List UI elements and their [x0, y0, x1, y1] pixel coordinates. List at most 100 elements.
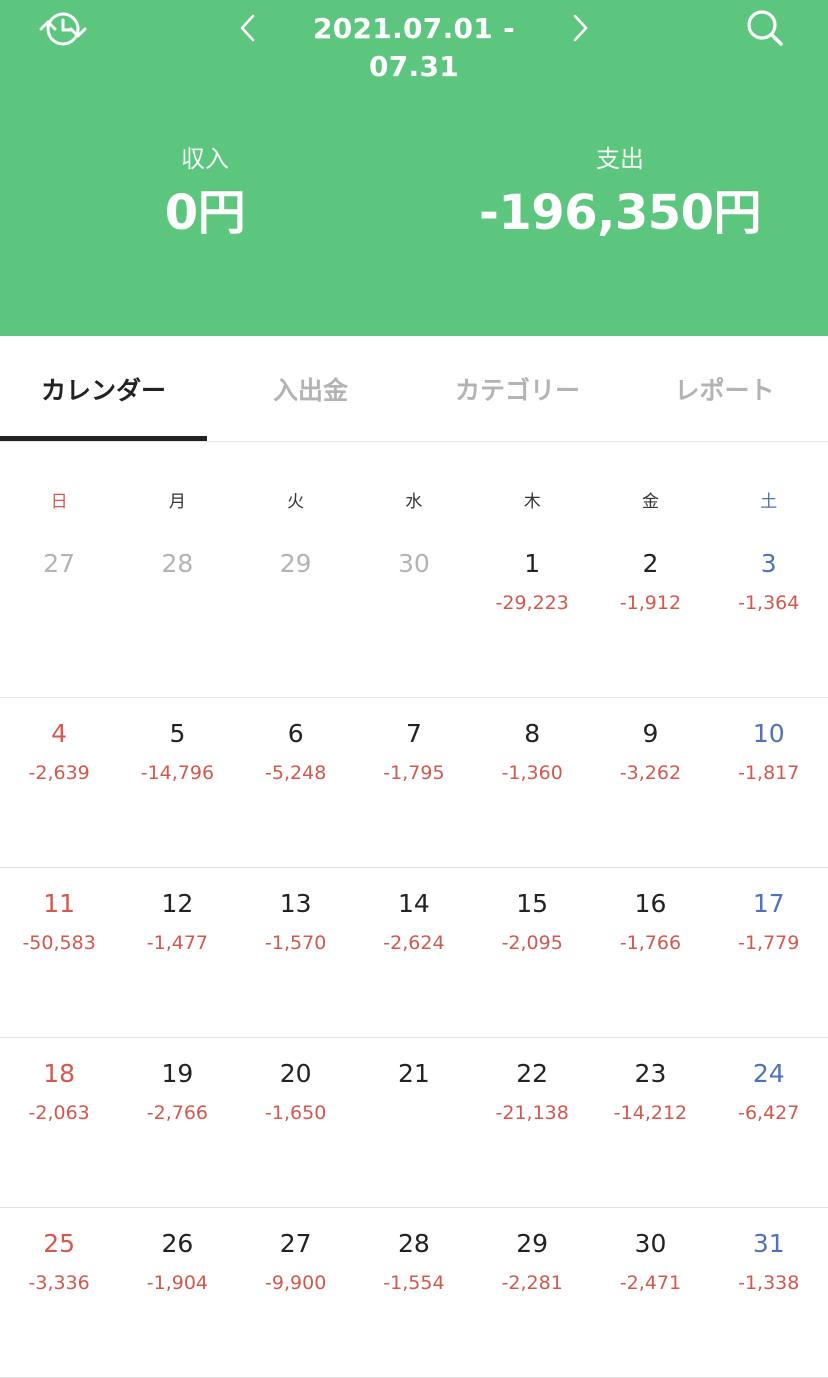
day-expense-amount	[355, 1100, 473, 1126]
day-expense-amount: -6,427	[738, 1102, 800, 1124]
day-expense-amount: -2,624	[383, 932, 445, 954]
day-number: 23	[634, 1059, 667, 1088]
weekday-sat: 土	[760, 492, 778, 512]
day-number: 11	[43, 889, 76, 918]
day-number: 30	[398, 549, 430, 578]
calendar-day[interactable]: 3 -1,364	[710, 528, 828, 697]
calendar-day[interactable]: 28	[118, 528, 236, 697]
calendar-week: 25 -3,336 26 -1,904 27 -9,900 28 -1,554 29 -2,281…	[0, 1208, 828, 1378]
calendar-day[interactable]: 1 -29,223	[473, 528, 591, 697]
calendar-day[interactable]: 10 -1,817	[710, 698, 828, 867]
day-expense-amount: -1,766	[619, 932, 682, 954]
day-expense-amount: -29,223	[495, 592, 569, 614]
calendar-week: 4 -2,639 5 -14,796 6 -5,248 7 -1,795 8 -1,360 9 -3,…	[0, 698, 828, 868]
calendar-day[interactable]: 31 -1,338	[710, 1208, 828, 1377]
calendar-day[interactable]: 28 -1,554	[355, 1208, 473, 1377]
calendar-day[interactable]: 13 -1,570	[237, 868, 355, 1037]
calendar-day[interactable]: 27	[0, 528, 118, 697]
day-expense-amount: -1,779	[738, 932, 800, 954]
day-expense-amount: -5,248	[265, 762, 327, 784]
weekday-mon: 月	[168, 492, 186, 512]
day-number: 10	[752, 719, 785, 748]
day-number: 13	[279, 889, 312, 918]
next-period-button[interactable]	[564, 8, 596, 48]
calendar-day[interactable]: 30	[355, 528, 473, 697]
day-expense-amount: -1,338	[738, 1272, 800, 1294]
calendar-day[interactable]: 11 -50,583	[0, 868, 118, 1037]
day-number: 24	[752, 1059, 785, 1088]
day-number: 27	[43, 549, 76, 578]
day-expense-amount: -14,796	[140, 762, 215, 784]
income-summary: 収入 0円	[80, 142, 330, 246]
day-number: 5	[169, 719, 186, 748]
day-number: 2	[642, 549, 659, 578]
day-number: 7	[405, 719, 422, 748]
day-expense-amount: -1,650	[265, 1102, 327, 1124]
calendar-day[interactable]: 15 -2,095	[473, 868, 591, 1037]
calendar-day[interactable]: 2 -1,912	[591, 528, 709, 697]
period-label[interactable]: 2021.07.01 - 07.31	[270, 10, 558, 83]
tab-transactions[interactable]: 入出金	[207, 336, 414, 441]
day-number: 3	[760, 549, 777, 578]
day-number: 31	[752, 1229, 785, 1258]
income-value: 0円	[164, 185, 246, 241]
tab-calendar[interactable]: カレンダー	[0, 336, 207, 441]
calendar-day[interactable]: 30 -2,471	[591, 1208, 709, 1377]
weekday-thu: 木	[523, 492, 541, 512]
calendar-day[interactable]: 24 -6,427	[710, 1038, 828, 1207]
day-number: 29	[279, 549, 312, 578]
history-button[interactable]	[38, 6, 88, 52]
calendar-day[interactable]: 5 -14,796	[118, 698, 236, 867]
day-number: 20	[279, 1059, 312, 1088]
calendar-day[interactable]: 14 -2,624	[355, 868, 473, 1037]
day-number: 6	[287, 719, 304, 748]
day-number: 19	[161, 1059, 194, 1088]
calendar-day[interactable]: 20 -1,650	[237, 1038, 355, 1207]
clock-refresh-icon	[39, 12, 87, 46]
day-number: 25	[43, 1229, 76, 1258]
day-expense-amount: -2,766	[146, 1102, 209, 1124]
expense-summary: 支出 -196,350円	[470, 142, 770, 246]
prev-period-button[interactable]	[232, 8, 264, 48]
weekday-tue: 火	[287, 492, 305, 512]
calendar-day[interactable]: 9 -3,262	[591, 698, 709, 867]
calendar-day[interactable]: 17 -1,779	[710, 868, 828, 1037]
day-number: 16	[634, 889, 667, 918]
day-number: 18	[43, 1059, 76, 1088]
calendar-day[interactable]: 7 -1,795	[355, 698, 473, 867]
calendar-day[interactable]: 8 -1,360	[473, 698, 591, 867]
day-expense-amount: -21,138	[495, 1102, 569, 1124]
day-number: 28	[161, 549, 194, 578]
day-expense-amount: -1,795	[383, 762, 445, 784]
calendar-week: 27 28 29 30 1 -29,223 2 -1,912 3 -1,364	[0, 528, 828, 698]
calendar-day[interactable]: 29	[237, 528, 355, 697]
day-number: 15	[516, 889, 549, 918]
day-number: 30	[634, 1229, 667, 1258]
expense-label: 支出	[596, 145, 644, 173]
calendar-day[interactable]: 29 -2,281	[473, 1208, 591, 1377]
tab-bar: カレンダー 入出金 カテゴリー レポート	[0, 336, 828, 442]
calendar-day[interactable]: 6 -5,248	[237, 698, 355, 867]
day-number: 28	[398, 1229, 430, 1258]
day-expense-amount	[355, 590, 473, 616]
tab-report[interactable]: レポート	[621, 336, 828, 441]
calendar-day[interactable]: 19 -2,766	[118, 1038, 236, 1207]
day-expense-amount: -14,212	[613, 1102, 688, 1124]
calendar-day[interactable]: 26 -1,904	[118, 1208, 236, 1377]
search-button[interactable]	[740, 4, 790, 52]
calendar-day[interactable]: 18 -2,063	[0, 1038, 118, 1207]
weekday-wed: 水	[405, 492, 423, 512]
calendar-day[interactable]: 23 -14,212	[591, 1038, 709, 1207]
income-label: 収入	[181, 145, 229, 173]
calendar-day[interactable]: 22 -21,138	[473, 1038, 591, 1207]
calendar-day[interactable]: 25 -3,336	[0, 1208, 118, 1377]
calendar-day[interactable]: 16 -1,766	[591, 868, 709, 1037]
calendar-day[interactable]: 27 -9,900	[237, 1208, 355, 1377]
tab-category[interactable]: カテゴリー	[414, 336, 621, 441]
calendar-day[interactable]: 12 -1,477	[118, 868, 236, 1037]
calendar-day[interactable]: 4 -2,639	[0, 698, 118, 867]
calendar-day[interactable]: 21	[355, 1038, 473, 1207]
day-expense-amount: -1,360	[501, 762, 563, 784]
day-expense-amount: -1,570	[265, 932, 327, 954]
day-number: 14	[398, 889, 430, 918]
